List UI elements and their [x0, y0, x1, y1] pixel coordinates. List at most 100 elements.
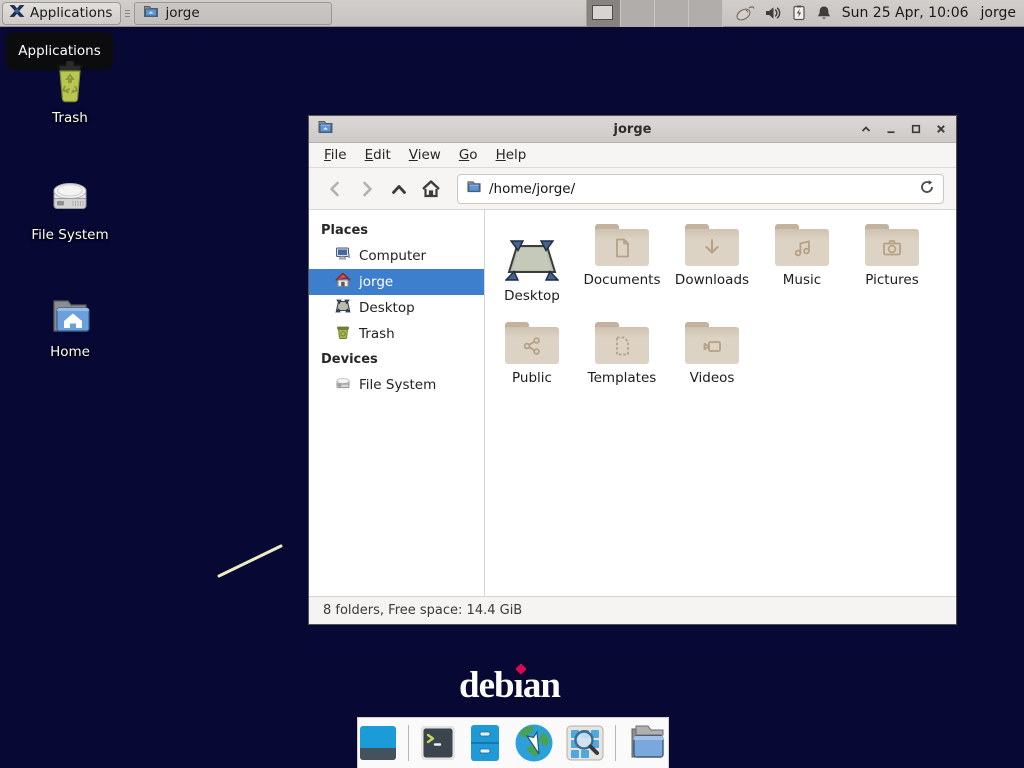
sidebar-devices-header: Devices	[309, 347, 484, 372]
show-desktop-icon[interactable]	[358, 722, 398, 764]
system-tray	[735, 4, 832, 22]
up-button[interactable]	[385, 175, 413, 203]
taskbar-window-label: jorge	[165, 5, 199, 21]
debian-wordmark: debian	[459, 665, 560, 706]
desktop-icon	[505, 224, 559, 282]
panel-username[interactable]: jorge	[981, 5, 1016, 21]
folder-icon-camera	[865, 224, 919, 266]
file-manager-icon[interactable]	[626, 722, 668, 764]
desktop-line-artifact	[217, 543, 283, 579]
path-bar[interactable]: /home/jorge/	[457, 174, 944, 204]
minimize-button[interactable]	[884, 122, 898, 136]
panel-handle[interactable]	[123, 2, 132, 25]
desktop-icon-label: Home	[22, 344, 118, 360]
mouse-icon[interactable]	[735, 4, 755, 22]
window-folder-icon	[317, 119, 334, 139]
maximize-button[interactable]	[909, 122, 923, 136]
path-folder-icon	[466, 179, 482, 198]
volume-icon[interactable]	[764, 5, 782, 21]
trash-icon	[335, 324, 351, 344]
folder-icon-music	[775, 224, 829, 266]
back-button[interactable]	[321, 175, 349, 203]
folder-label: Pictures	[865, 272, 918, 288]
top-panel: Applications jorge	[0, 0, 1024, 27]
folder-item-public[interactable]: Public	[487, 322, 577, 386]
folder-label: Downloads	[675, 272, 749, 288]
desktop-icon	[335, 298, 351, 318]
menu-help[interactable]: Help	[487, 144, 536, 166]
sidebar-item-desktop[interactable]: Desktop	[309, 295, 484, 321]
menubar: File Edit View Go Help	[309, 143, 956, 168]
workspace-2[interactable]	[621, 0, 655, 27]
desktop-icon-label: Trash	[22, 110, 118, 126]
panel-right-area: Sun 25 Apr, 10:06 jorge	[586, 0, 1024, 27]
file-manager-window: jorge File Edit View Go Help	[308, 115, 957, 625]
desktop-icon-file-system[interactable]: File System	[22, 174, 118, 243]
reload-icon[interactable]	[919, 179, 935, 199]
folder-item-templates[interactable]: Templates	[577, 322, 667, 386]
menu-view[interactable]: View	[400, 144, 450, 166]
battery-icon[interactable]	[791, 5, 807, 21]
file-cabinet-icon[interactable]	[467, 722, 503, 764]
computer-icon	[335, 246, 351, 266]
sidebar-item-jorge[interactable]: jorge	[309, 269, 484, 295]
folder-item-desktop[interactable]: Desktop	[487, 224, 577, 304]
folder-item-music[interactable]: Music	[757, 224, 847, 304]
folder-icon-share	[505, 322, 559, 364]
forward-button[interactable]	[353, 175, 381, 203]
applications-menu-button[interactable]: Applications	[2, 2, 121, 25]
folder-item-videos[interactable]: Videos	[667, 322, 757, 386]
folder-item-downloads[interactable]: Downloads	[667, 224, 757, 304]
bottom-dock	[357, 717, 669, 768]
sidebar-item-label: Trash	[359, 326, 395, 342]
hard-drive-icon	[335, 375, 351, 395]
folder-label: Desktop	[504, 288, 560, 304]
panel-clock[interactable]: Sun 25 Apr, 10:06	[842, 5, 969, 21]
desktop-icon-home[interactable]: Home	[22, 291, 118, 360]
dock-separator	[615, 725, 616, 761]
home-button[interactable]	[417, 175, 445, 203]
statusbar-text: 8 folders, Free space: 14.4 GiB	[323, 603, 522, 618]
web-browser-icon[interactable]	[513, 722, 555, 764]
window-titlebar[interactable]: jorge	[309, 116, 956, 143]
trash-icon	[22, 57, 118, 105]
sidebar-item-label: jorge	[359, 274, 393, 290]
path-input[interactable]: /home/jorge/	[489, 181, 912, 197]
folder-label: Videos	[690, 370, 735, 386]
folder-label: Templates	[588, 370, 657, 386]
folder-icon-video	[685, 322, 739, 364]
xfce-applications-icon	[9, 3, 25, 23]
menu-go[interactable]: Go	[450, 144, 487, 166]
shade-button[interactable]	[859, 122, 873, 136]
notifications-bell-icon[interactable]	[816, 5, 832, 21]
folder-icon-download	[685, 224, 739, 266]
sidebar-item-trash[interactable]: Trash	[309, 321, 484, 347]
sidebar-item-file-system[interactable]: File System	[309, 372, 484, 398]
folder-label: Documents	[584, 272, 661, 288]
taskbar-window-button[interactable]: jorge	[134, 2, 332, 25]
close-button[interactable]	[934, 122, 948, 136]
workspace-1[interactable]	[587, 0, 621, 27]
menu-file[interactable]: File	[315, 144, 356, 166]
folder-label: Music	[783, 272, 821, 288]
sidebar-item-computer[interactable]: Computer	[309, 243, 484, 269]
statusbar: 8 folders, Free space: 14.4 GiB	[309, 596, 956, 624]
workspace-switcher	[586, 0, 723, 27]
debian-logo: debian	[459, 663, 569, 709]
folder-view[interactable]: Desktop Documents	[485, 210, 956, 596]
folder-item-documents[interactable]: Documents	[577, 224, 667, 304]
workspace-3[interactable]	[655, 0, 689, 27]
folder-icon-document	[595, 224, 649, 266]
sidebar-places-header: Places	[309, 218, 484, 243]
sidebar-item-label: Computer	[359, 248, 426, 264]
terminal-icon[interactable]	[419, 722, 457, 764]
desktop-icon-trash[interactable]: Trash	[22, 57, 118, 126]
desktop-icon-label: File System	[22, 227, 118, 243]
applications-menu-label: Applications	[30, 5, 112, 21]
folder-item-pictures[interactable]: Pictures	[847, 224, 937, 304]
hard-drive-icon	[22, 174, 118, 222]
menu-edit[interactable]: Edit	[356, 144, 400, 166]
workspace-4[interactable]	[689, 0, 723, 27]
folder-icon-template	[595, 322, 649, 364]
app-finder-icon[interactable]	[565, 722, 605, 764]
